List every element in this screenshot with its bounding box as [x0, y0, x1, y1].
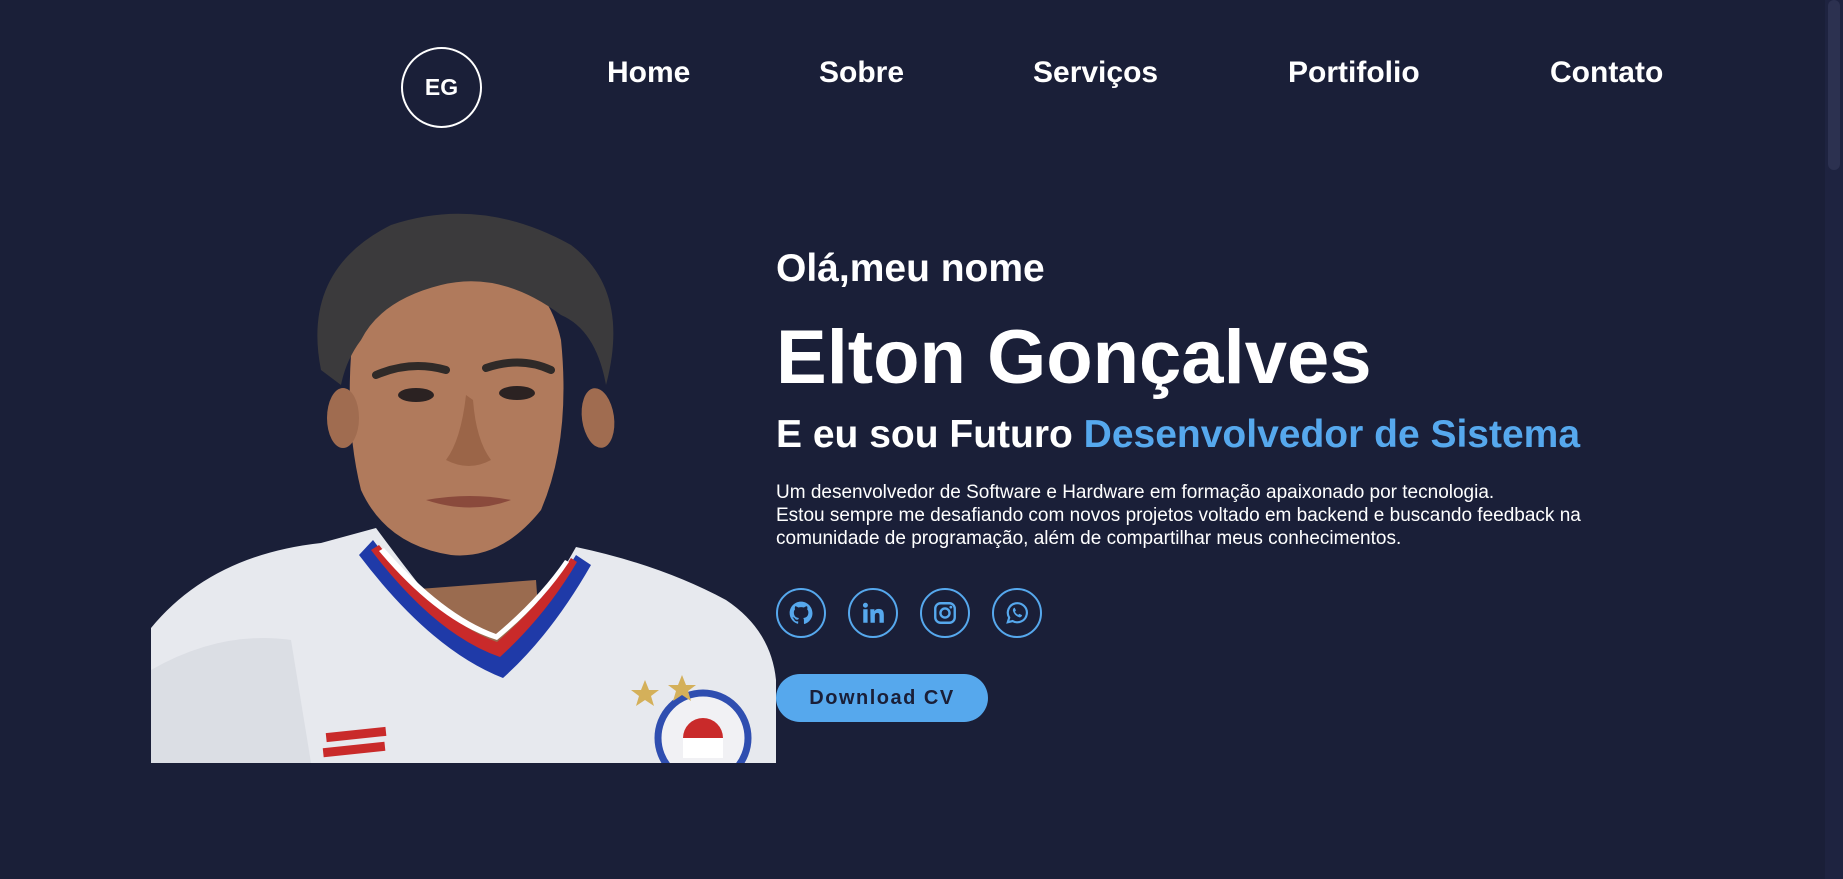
subtitle-prefix: E eu sou Futuro [776, 413, 1084, 456]
scrollbar[interactable] [1825, 0, 1843, 879]
nav-servicos-link[interactable]: Serviços [1033, 56, 1158, 90]
nav-home-link[interactable]: Home [607, 56, 690, 90]
nav-portifolio-link[interactable]: Portifolio [1288, 56, 1420, 90]
linkedin-link[interactable] [848, 588, 898, 638]
nav-sobre-link[interactable]: Sobre [819, 56, 904, 90]
hero-subtitle: E eu sou Futuro Desenvolvedor de Sistema [776, 411, 1776, 459]
site-header: EG Home Sobre Serviços Portifolio Contat… [0, 0, 1825, 150]
greeting: Olá,meu nome [776, 247, 1045, 290]
main-nav: Home Sobre Serviços Portifolio Contato [0, 56, 1825, 96]
subtitle-highlight: Desenvolvedor de Sistema [1083, 413, 1581, 456]
hero-name: Elton Gonçalves [776, 315, 1372, 400]
bio-line: Um desenvolvedor de Software e Hardware … [776, 482, 1495, 503]
nav-contato-link[interactable]: Contato [1550, 56, 1663, 90]
bio-line: Estou sempre me desafiando com novos pro… [776, 505, 1581, 526]
scrollbar-thumb[interactable] [1828, 0, 1840, 170]
linkedin-icon [862, 602, 884, 623]
bio-line: comunidade de programação, além de compa… [776, 528, 1402, 549]
whatsapp-icon [1006, 602, 1028, 624]
github-icon [789, 601, 813, 624]
instagram-link[interactable] [920, 588, 970, 638]
bio: Um desenvolvedor de Software e Hardware … [776, 481, 1656, 550]
github-link[interactable] [776, 588, 826, 638]
hero-section: Olá,meu nome Elton Gonçalves E eu sou Fu… [776, 245, 1776, 722]
instagram-icon [934, 602, 956, 624]
whatsapp-link[interactable] [992, 588, 1042, 638]
social-links [776, 588, 1776, 638]
profile-photo [151, 210, 776, 763]
download-cv-button[interactable]: Download CV [776, 674, 988, 722]
